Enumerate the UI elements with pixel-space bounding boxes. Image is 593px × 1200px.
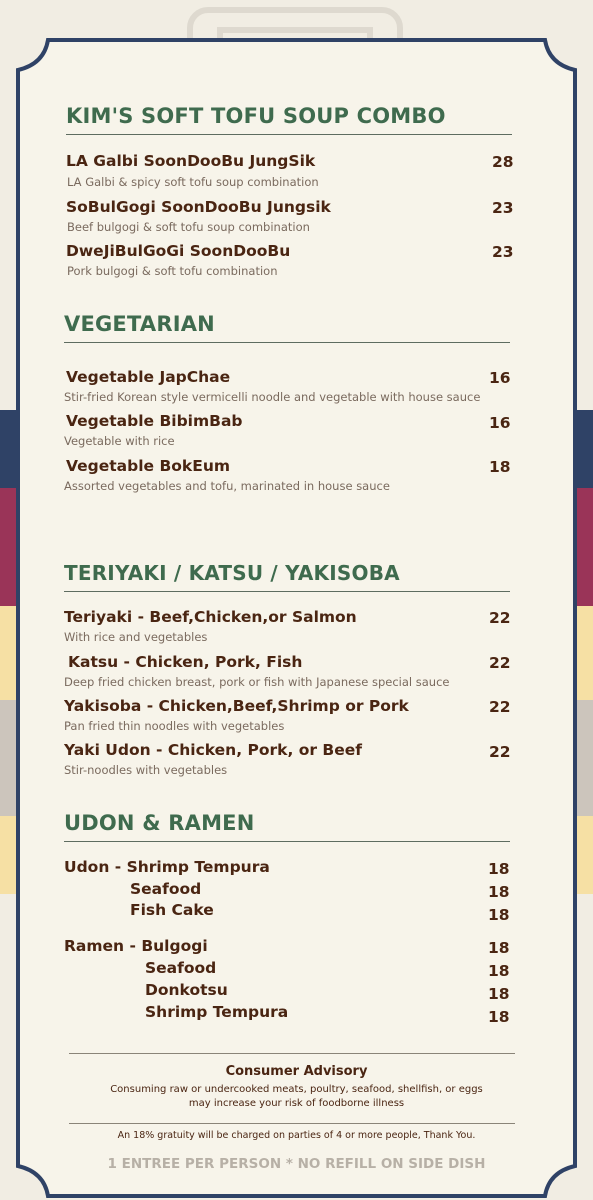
advisory-divider: [69, 1053, 515, 1054]
advisory-divider: [69, 1123, 515, 1124]
menu-item-description: Vegetable with rice: [64, 434, 175, 448]
menu-item-description: Stir-fried Korean style vermicelli noodl…: [64, 390, 481, 404]
advisory-text: may increase your risk of foodborne illn…: [188, 1098, 405, 1109]
menu-item-name: LA Galbi SoonDooBu JungSik: [66, 152, 316, 170]
menu-item-price: 22: [489, 743, 511, 761]
menu-item-description: Pan fried thin noodles with vegetables: [64, 719, 285, 733]
menu-item-price: 23: [492, 199, 514, 217]
section-divider: [66, 134, 512, 135]
menu-item-name: Donkotsu: [145, 981, 228, 999]
menu-item-name: Vegetable BokEum: [66, 457, 230, 475]
menu-item-name: Vegetable JapChae: [66, 368, 231, 386]
section-title-vegetarian: VEGETARIAN: [64, 312, 215, 336]
menu-item-name: Shrimp Tempura: [145, 1003, 289, 1021]
gratuity-notice: An 18% gratuity will be charged on parti…: [117, 1130, 476, 1141]
menu-item-description: LA Galbi & spicy soft tofu soup combinat…: [67, 175, 319, 189]
menu-item-name: SoBulGogi SoonDooBu Jungsik: [66, 198, 331, 216]
menu-item-price: 18: [488, 1008, 510, 1026]
menu-item-name: DweJiBulGoGi SoonDooBu: [66, 242, 291, 260]
menu-item-description: Pork bulgogi & soft tofu combination: [67, 264, 278, 278]
menu-item-price: 23: [492, 243, 514, 261]
menu-item-description: Deep fried chicken breast, pork or fish …: [64, 675, 450, 689]
section-divider: [64, 342, 510, 343]
menu-item-price: 18: [488, 883, 510, 901]
section-title-udon-ramen: UDON & RAMEN: [64, 811, 255, 835]
advisory-title: Consumer Advisory: [225, 1064, 368, 1079]
menu-item-price: 22: [489, 609, 511, 627]
menu-item-price: 16: [489, 369, 511, 387]
footer-note: 1 ENTREE PER PERSON * NO REFILL ON SIDE …: [107, 1156, 486, 1172]
menu-item-name: Katsu - Chicken, Pork, Fish: [68, 653, 303, 671]
menu-item-name: Fish Cake: [130, 901, 214, 919]
menu-item-price: 18: [488, 860, 510, 878]
menu-item-name: Udon - Shrimp Tempura: [64, 858, 270, 876]
menu-item-price: 22: [489, 698, 511, 716]
section-title-tofu-soup: KIM'S SOFT TOFU SOUP COMBO: [66, 104, 446, 128]
menu-item-price: 16: [489, 414, 511, 432]
menu-item-price: 28: [492, 153, 514, 171]
section-divider: [64, 591, 510, 592]
section-divider: [64, 841, 510, 842]
menu-item-name: Seafood: [130, 880, 202, 898]
menu-item-name: Teriyaki - Beef,Chicken,or Salmon: [64, 608, 357, 626]
menu-item-description: Stir-noodles with vegetables: [64, 763, 228, 777]
menu-item-description: With rice and vegetables: [64, 630, 208, 644]
menu-item-price: 18: [488, 985, 510, 1003]
menu-item-price: 18: [488, 906, 510, 924]
menu-item-price: 18: [489, 458, 511, 476]
menu-item-name: Yakisoba - Chicken,Beef,Shrimp or Pork: [64, 697, 409, 715]
menu-item-name: Yaki Udon - Chicken, Pork, or Beef: [64, 741, 363, 759]
section-title-teriyaki: TERIYAKI / KATSU / YAKISOBA: [64, 561, 400, 585]
menu-item-price: 18: [488, 962, 510, 980]
menu-item-name: Seafood: [145, 959, 217, 977]
menu-item-description: Assorted vegetables and tofu, marinated …: [64, 479, 390, 493]
menu-item-price: 18: [488, 939, 510, 957]
menu-item-name: Ramen - Bulgogi: [64, 937, 208, 955]
menu-item-name: Vegetable BibimBab: [66, 412, 243, 430]
menu-item-description: Beef bulgogi & soft tofu soup combinatio…: [67, 220, 310, 234]
advisory-text: Consuming raw or undercooked meats, poul…: [110, 1084, 483, 1095]
menu-item-price: 22: [489, 654, 511, 672]
